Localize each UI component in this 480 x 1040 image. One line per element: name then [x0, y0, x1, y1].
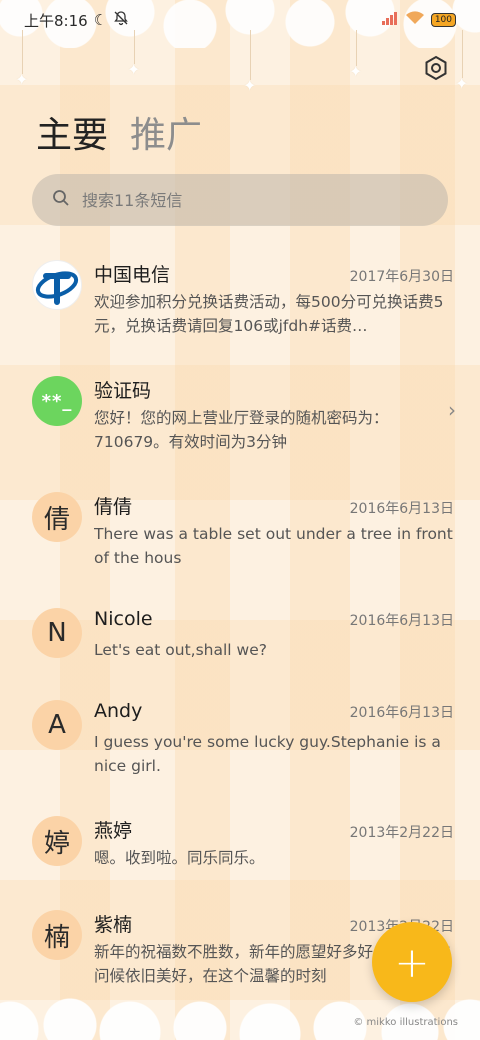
conversation-item[interactable]: N Nicole 2016年6月13日 Let's eat out,shall … — [0, 608, 480, 700]
search-bar[interactable] — [32, 174, 448, 226]
star-decoration: ✦ — [349, 62, 363, 81]
search-input[interactable] — [82, 190, 422, 210]
contact-name: Andy — [94, 700, 143, 722]
wifi-icon — [405, 11, 425, 29]
china-telecom-logo-icon — [32, 260, 82, 310]
contact-name: 倩倩 — [94, 496, 133, 518]
message-date: 2017年6月30日 — [349, 269, 454, 285]
conversation-item[interactable]: A Andy 2016年6月13日 I guess you're some lu… — [0, 700, 480, 816]
message-preview: Let's eat out,shall we? — [94, 641, 267, 659]
contact-avatar: N — [32, 608, 82, 658]
contact-name: 燕婷 — [94, 820, 133, 842]
conversation-item[interactable]: 中国电信 2017年6月30日 欢迎参加积分兑换话费活动，每500分可兑换话费5… — [0, 260, 480, 376]
status-bar: 上午8:16 ☾ 100 — [0, 0, 480, 40]
muted-bell-icon — [113, 10, 129, 30]
message-date: 2016年6月13日 — [349, 501, 454, 517]
new-message-button[interactable]: + — [372, 922, 452, 1002]
verification-code-avatar: **_ — [32, 376, 82, 426]
settings-gear-icon[interactable] — [422, 54, 450, 82]
conversation-item[interactable]: **_ 验证码 您好！您的网上营业厅登录的随机密码为：710679。有效时间为3… — [0, 376, 480, 492]
message-preview: 您好！您的网上营业厅登录的随机密码为：710679。有效时间为3分钟 — [94, 409, 389, 451]
contact-avatar: 倩 — [32, 492, 82, 542]
conversation-item[interactable]: 倩 倩倩 2016年6月13日 There was a table set ou… — [0, 492, 480, 608]
message-date: 2016年6月13日 — [349, 613, 454, 629]
signal-icon — [381, 11, 399, 29]
contact-avatar: 楠 — [32, 910, 82, 960]
contact-name: 验证码 — [94, 380, 152, 402]
search-icon — [52, 189, 70, 211]
star-decoration: ✦ — [15, 70, 29, 89]
illustration-credit: © mikko illustrations — [353, 1017, 458, 1028]
battery-icon: 100 — [430, 13, 456, 27]
status-time: 上午8:16 — [24, 11, 88, 30]
tab-promotions[interactable]: 推广 — [130, 106, 202, 158]
star-decoration: ✦ — [127, 60, 141, 79]
contact-name: 中国电信 — [94, 264, 171, 286]
tab-primary[interactable]: 主要 — [36, 106, 108, 158]
message-preview: I guess you're some lucky guy.Stephanie … — [94, 733, 441, 775]
contact-name: Nicole — [94, 608, 153, 630]
message-date: 2016年6月13日 — [349, 705, 454, 721]
category-tabs: 主要 推广 — [36, 106, 202, 158]
star-decoration: ✦ — [455, 74, 469, 93]
star-decoration: ✦ — [243, 76, 257, 95]
message-preview: 嗯。收到啦。同乐同乐。 — [94, 849, 265, 867]
contact-name: 紫楠 — [94, 914, 133, 936]
contact-avatar: 婷 — [32, 816, 82, 866]
chevron-right-icon[interactable]: › — [448, 398, 456, 422]
message-date: 2013年2月22日 — [349, 825, 454, 841]
moon-icon: ☾ — [93, 11, 108, 29]
message-preview: There was a table set out under a tree i… — [94, 525, 453, 567]
message-preview: 欢迎参加积分兑换话费活动，每500分可兑换话费5元，兑换话费请回复106或jfd… — [94, 293, 444, 335]
conversation-item[interactable]: 婷 燕婷 2013年2月22日 嗯。收到啦。同乐同乐。 — [0, 816, 480, 910]
conversation-list: 中国电信 2017年6月30日 欢迎参加积分兑换话费活动，每500分可兑换话费5… — [0, 260, 480, 1020]
contact-avatar: A — [32, 700, 82, 750]
